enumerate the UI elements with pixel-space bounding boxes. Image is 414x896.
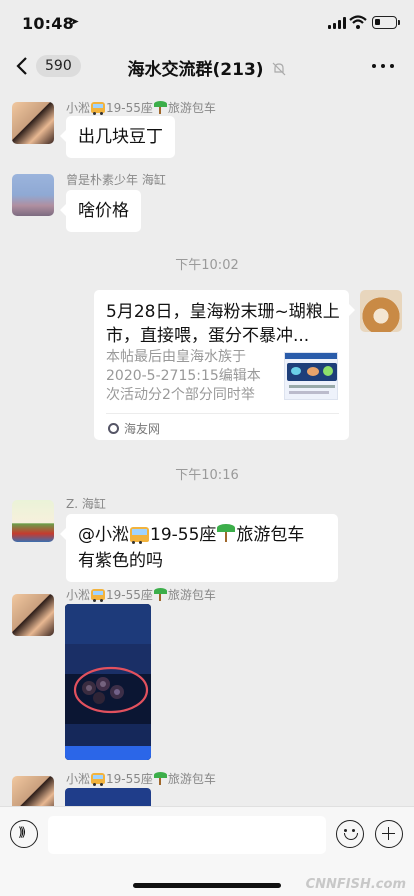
avatar[interactable]: [12, 174, 54, 216]
home-indicator: [133, 883, 281, 888]
chat-title: 海水交流群(213): [127, 60, 264, 80]
coral-photo: [65, 604, 151, 760]
message-list[interactable]: 小淞 19-55座 旅游包车 出几块豆丁 曾是朴素少年 海缸 啥价格 下午10:02…: [0, 88, 414, 806]
message-input[interactable]: [48, 816, 326, 854]
avatar[interactable]: [12, 776, 54, 806]
plus-icon[interactable]: [375, 820, 403, 848]
chat-title-wrap: 海水交流群(213): [0, 55, 414, 80]
palm-tree-emoji-icon: [153, 588, 167, 601]
bus-emoji-icon: [91, 589, 106, 602]
link-description: 本帖最后由皇海水族于2020-5-2715:15编辑本次活动分2个部分同时举行.…: [106, 349, 261, 403]
sender-name: Z. 海缸: [66, 497, 106, 511]
avatar[interactable]: [12, 102, 54, 144]
message-bubble[interactable]: 出几块豆丁: [60, 116, 175, 158]
image-message[interactable]: [65, 604, 151, 760]
my-avatar[interactable]: [360, 290, 402, 332]
bus-emoji-icon: [91, 102, 106, 115]
sender-name: 小淞 19-55座 旅游包车: [66, 588, 216, 602]
ellipsis-icon: [372, 64, 376, 68]
time-divider: 下午10:16: [175, 468, 239, 483]
location-arrow-icon: ➤: [70, 15, 80, 28]
palm-tree-emoji-icon: [217, 524, 236, 542]
chat-header: 590 海水交流群(213): [0, 44, 414, 88]
more-options-button[interactable]: [372, 58, 394, 74]
link-title: 5月28日，皇海粉末珊~瑚粮上市，直接喂，蛋分不暴冲...: [106, 302, 340, 346]
bus-emoji-icon: [91, 773, 106, 786]
link-card[interactable]: 5月28日，皇海粉末珊~瑚粮上市，直接喂，蛋分不暴冲... 本帖最后由皇海水族于…: [94, 290, 355, 440]
source-logo-icon: [108, 423, 119, 434]
watermark: CNNFISH.com: [305, 877, 406, 892]
battery-level: [375, 19, 380, 25]
bus-emoji-icon: [130, 527, 149, 544]
avatar[interactable]: [12, 500, 54, 542]
cellular-signal-icon: [328, 17, 346, 29]
link-thumbnail: [284, 352, 338, 400]
palm-tree-emoji-icon: [153, 101, 167, 114]
message-bubble[interactable]: @小淞 19-55座 旅游包车 有紫色的吗: [60, 514, 338, 582]
image-message[interactable]: [65, 788, 151, 806]
sender-name: 小淞 19-55座 旅游包车: [66, 101, 216, 115]
status-time: 10:48: [22, 14, 74, 33]
battery-icon: [372, 16, 400, 29]
avatar[interactable]: [12, 594, 54, 636]
message-bubble[interactable]: 啥价格: [60, 190, 141, 232]
input-bar: CNNFISH.com: [0, 806, 414, 896]
smiley-icon[interactable]: [336, 820, 364, 848]
time-divider: 下午10:02: [175, 258, 239, 273]
status-bar: 10:48 ➤: [0, 0, 414, 44]
bell-off-icon: [273, 62, 286, 76]
sender-name: 小淞 19-55座 旅游包车: [66, 772, 216, 786]
voice-icon[interactable]: [10, 820, 38, 848]
sender-name: 曾是朴素少年 海缸: [66, 173, 166, 187]
palm-tree-emoji-icon: [153, 772, 167, 785]
divider: [106, 413, 339, 414]
wifi-icon: [349, 15, 367, 29]
link-source: 海友网: [108, 420, 160, 437]
